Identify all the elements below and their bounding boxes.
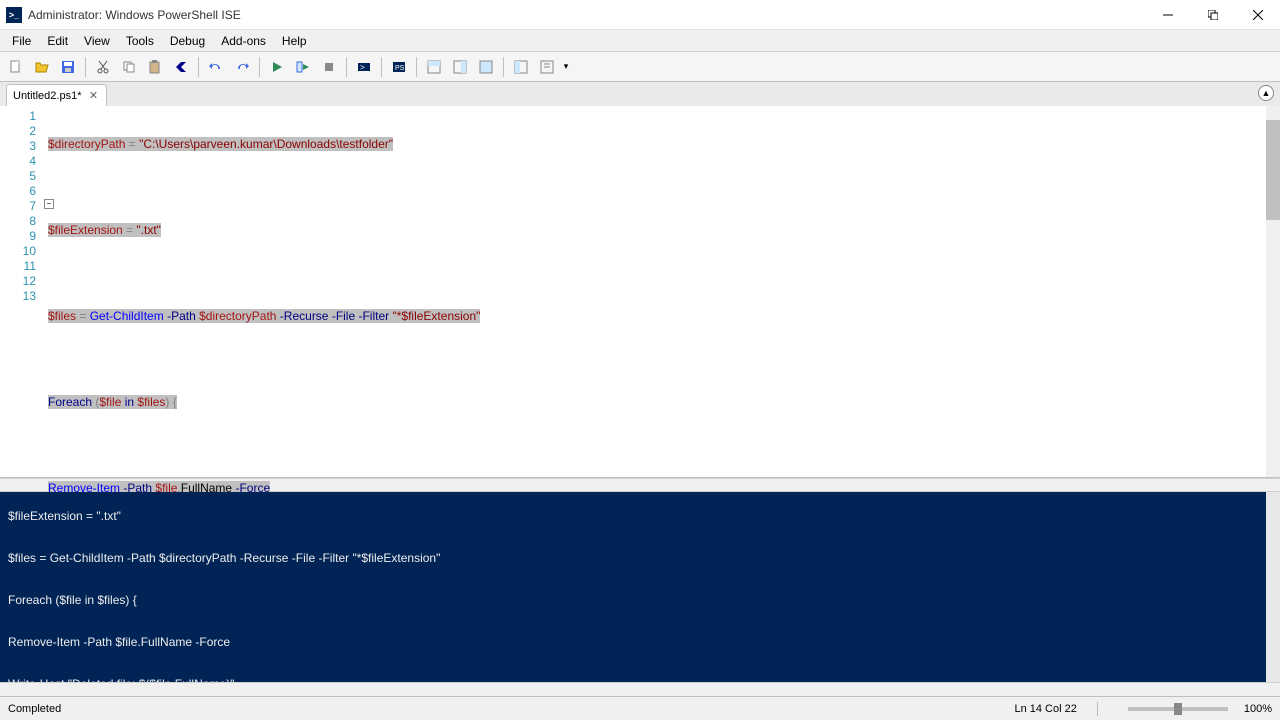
redo-button[interactable]	[230, 55, 254, 79]
show-script-pane-top-button[interactable]	[422, 55, 446, 79]
paste-button[interactable]	[143, 55, 167, 79]
toolbar-separator	[503, 57, 504, 77]
zoom-percent: 100%	[1244, 703, 1272, 715]
menu-bar: File Edit View Tools Debug Add-ons Help	[0, 30, 1280, 52]
editor-vertical-scrollbar[interactable]	[1266, 106, 1280, 477]
tab-close-button[interactable]: ✕	[88, 90, 100, 102]
title-bar: >_ Administrator: Windows PowerShell ISE	[0, 0, 1280, 30]
undo-button[interactable]	[204, 55, 228, 79]
start-powershell-button[interactable]: PS	[387, 55, 411, 79]
toolbar-options-button[interactable]: ▾	[561, 55, 571, 79]
clear-button[interactable]	[169, 55, 193, 79]
tab-strip: Untitled2.ps1* ✕ ▲	[0, 82, 1280, 106]
toolbar-separator	[346, 57, 347, 77]
cut-button[interactable]	[91, 55, 115, 79]
tab-label: Untitled2.ps1*	[13, 90, 82, 102]
cursor-position: Ln 14 Col 22	[1014, 703, 1076, 715]
toolbar-separator	[85, 57, 86, 77]
toolbar-separator	[416, 57, 417, 77]
run-selection-button[interactable]	[291, 55, 315, 79]
console-line: Remove-Item -Path $file.FullName -Force	[8, 635, 1272, 649]
console-line: Foreach ($file in $files) {	[8, 593, 1272, 607]
menu-addons[interactable]: Add-ons	[213, 32, 274, 50]
show-script-pane-max-button[interactable]	[474, 55, 498, 79]
console-line: Write-Host "Deleted file: $($file.FullNa…	[8, 677, 1272, 682]
status-separator	[1097, 702, 1098, 716]
console-pane[interactable]: $fileExtension = ".txt" $files = Get-Chi…	[0, 492, 1280, 682]
close-button[interactable]	[1235, 0, 1280, 29]
show-command-window-button[interactable]	[535, 55, 559, 79]
toolbar: >_ PS ▾	[0, 52, 1280, 82]
console-vertical-scrollbar[interactable]	[1266, 492, 1280, 682]
stop-button[interactable]	[317, 55, 341, 79]
script-editor[interactable]: 12345678910111213 $directoryPath = "C:\U…	[0, 106, 1280, 478]
open-button[interactable]	[30, 55, 54, 79]
status-bar: Completed Ln 14 Col 22 100%	[0, 696, 1280, 720]
menu-file[interactable]: File	[4, 32, 39, 50]
menu-debug[interactable]: Debug	[162, 32, 213, 50]
app-icon: >_	[6, 7, 22, 23]
script-tab[interactable]: Untitled2.ps1* ✕	[6, 84, 107, 106]
menu-view[interactable]: View	[76, 32, 118, 50]
line-number-gutter: 12345678910111213	[0, 106, 44, 477]
window-title: Administrator: Windows PowerShell ISE	[28, 8, 1145, 22]
menu-edit[interactable]: Edit	[39, 32, 76, 50]
show-script-pane-right-button[interactable]	[448, 55, 472, 79]
menu-help[interactable]: Help	[274, 32, 315, 50]
fold-toggle[interactable]: −	[44, 199, 54, 209]
new-remote-tab-button[interactable]: >_	[352, 55, 376, 79]
status-message: Completed	[8, 703, 1014, 715]
minimize-button[interactable]	[1145, 0, 1190, 29]
new-button[interactable]	[4, 55, 28, 79]
console-line: $fileExtension = ".txt"	[8, 509, 1272, 523]
svg-text:>_: >_	[360, 63, 370, 72]
code-area[interactable]: $directoryPath = "C:\Users\parveen.kumar…	[44, 106, 1280, 477]
zoom-slider[interactable]	[1128, 707, 1228, 711]
svg-text:PS: PS	[395, 65, 405, 72]
toolbar-separator	[381, 57, 382, 77]
save-button[interactable]	[56, 55, 80, 79]
maximize-button[interactable]	[1190, 0, 1235, 29]
copy-button[interactable]	[117, 55, 141, 79]
window-controls	[1145, 0, 1280, 29]
show-command-addon-button[interactable]	[509, 55, 533, 79]
toolbar-separator	[198, 57, 199, 77]
console-line: $files = Get-ChildItem -Path $directoryP…	[8, 551, 1272, 565]
run-script-button[interactable]	[265, 55, 289, 79]
toolbar-separator	[259, 57, 260, 77]
menu-tools[interactable]: Tools	[118, 32, 162, 50]
collapse-script-pane-button[interactable]: ▲	[1258, 85, 1274, 101]
